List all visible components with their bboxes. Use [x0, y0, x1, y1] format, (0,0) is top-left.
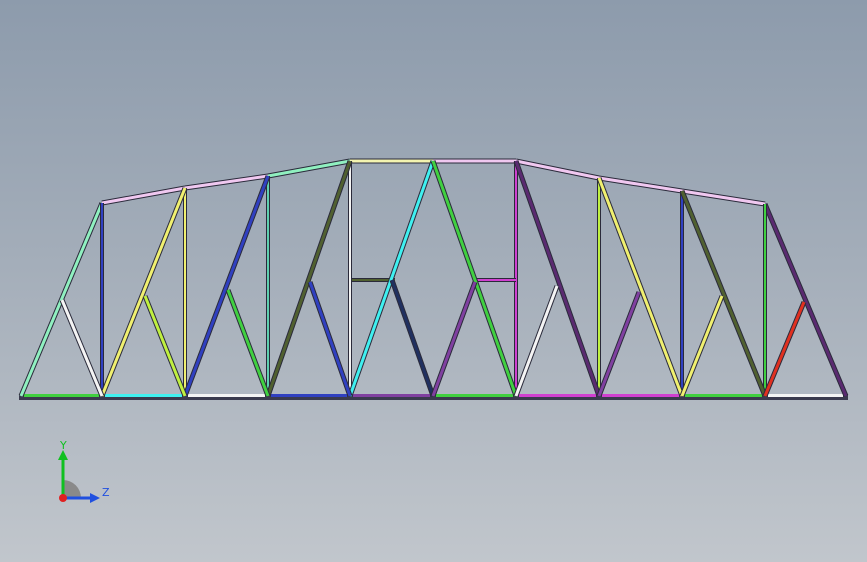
top-chord-panel-6[interactable]	[515, 159, 600, 180]
top-chord-panel-3[interactable]	[267, 159, 351, 178]
sub-diagonal-6[interactable]	[431, 281, 477, 397]
bottom-chord-panel-7[interactable]	[519, 394, 596, 397]
y-axis-label: Y	[59, 440, 67, 452]
sub-diagonal-5[interactable]	[390, 279, 435, 397]
sub-diagonal-9[interactable]	[680, 295, 724, 397]
bottom-chord-panel-9[interactable]	[685, 394, 762, 397]
sub-diagonal-3[interactable]	[226, 289, 270, 397]
sub-diagonal-10[interactable]	[763, 301, 806, 397]
bottom-chord-panel-8[interactable]	[602, 394, 679, 397]
sub-diagonal-4[interactable]	[308, 281, 352, 397]
graphics-viewport[interactable]	[0, 0, 867, 562]
coordinate-triad: Y Z	[58, 440, 110, 503]
sub-diagonal-2[interactable]	[143, 295, 187, 397]
sub-diagonal-1[interactable]	[60, 299, 104, 397]
sub-diagonal-8[interactable]	[597, 291, 641, 397]
bottom-chord-panel-2[interactable]	[105, 394, 182, 397]
bottom-chord-panel-3[interactable]	[188, 394, 265, 397]
truss-bridge-model[interactable]	[18, 158, 849, 400]
top-chord-panel-7[interactable]	[598, 176, 683, 193]
bottom-chord-panel-5[interactable]	[353, 394, 430, 397]
top-chord-panel-8[interactable]	[681, 189, 766, 206]
x-axis-origin	[59, 494, 67, 502]
bottom-chord-panel-6[interactable]	[436, 394, 513, 397]
top-chord-panel-2[interactable]	[184, 174, 269, 190]
top-chord-panel-1[interactable]	[101, 186, 186, 205]
sub-diagonal-7[interactable]	[514, 285, 559, 397]
z-axis-label: Z	[102, 486, 110, 499]
z-axis-arrowhead	[90, 493, 100, 503]
bottom-chord-panel-10[interactable]	[768, 394, 843, 397]
bottom-chord-panel-1[interactable]	[24, 394, 99, 397]
bottom-chord-panel-4[interactable]	[271, 394, 347, 397]
